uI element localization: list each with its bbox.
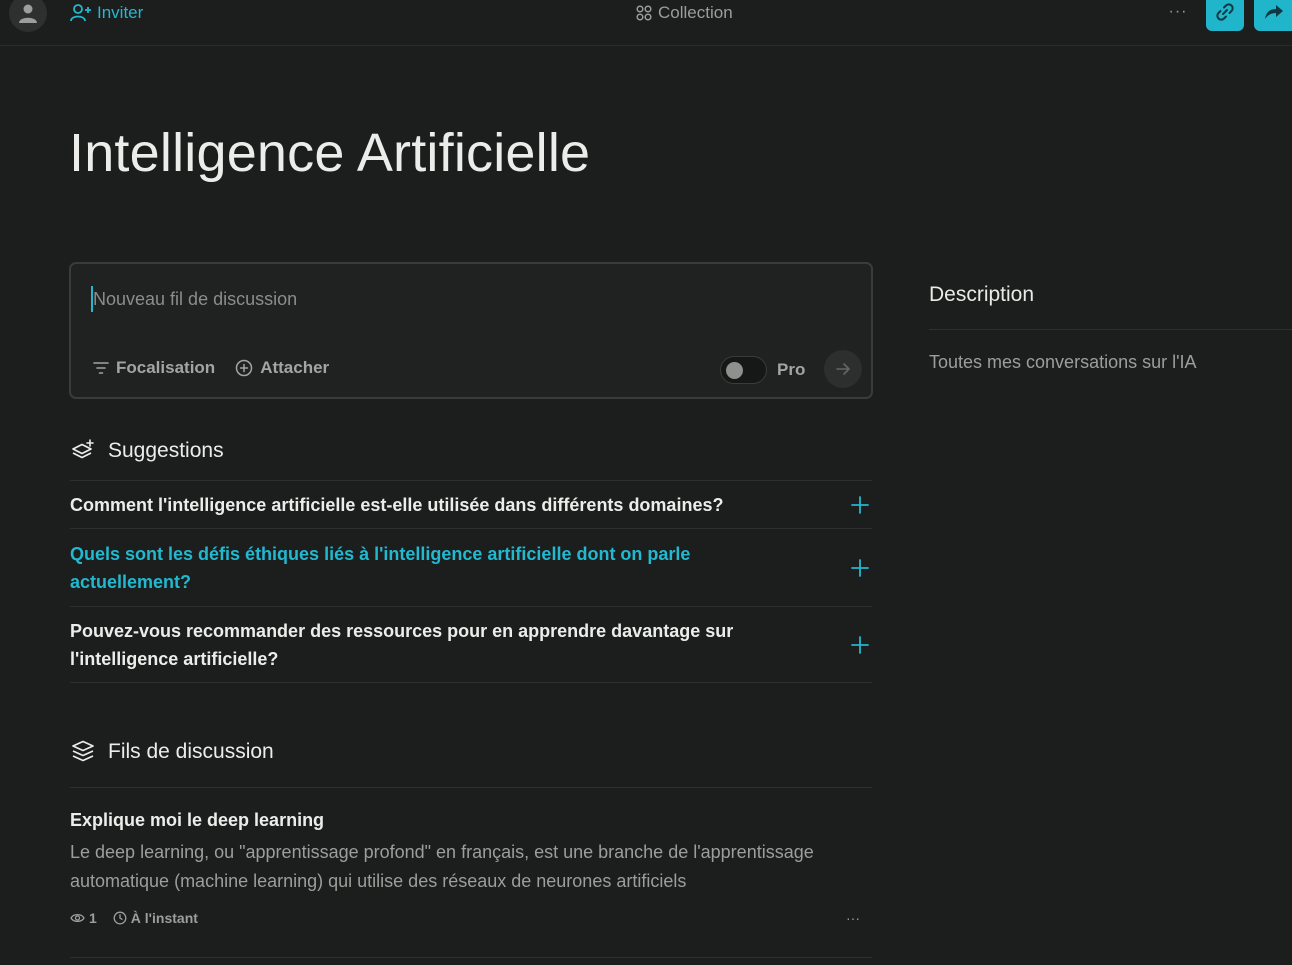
invite-button[interactable]: Inviter (70, 2, 143, 24)
composer-toolbar: Focalisation Attacher (93, 358, 329, 378)
suggestion-list: Comment l'intelligence artificielle est-… (70, 480, 872, 683)
top-bar: Inviter Collection ··· (0, 0, 1292, 46)
filter-icon (93, 362, 109, 374)
thread-timestamp: À l'instant (113, 910, 198, 926)
plus-circle-icon (235, 359, 253, 377)
threads-heading: Fils de discussion (70, 739, 274, 765)
threads-divider (70, 787, 872, 788)
description-divider (929, 329, 1292, 330)
grid-icon (636, 5, 652, 21)
clock-icon (113, 911, 127, 925)
new-thread-composer: Focalisation Attacher Pro (69, 262, 873, 399)
copy-link-button[interactable] (1206, 0, 1244, 31)
new-thread-input[interactable] (91, 286, 791, 312)
plus-icon[interactable] (851, 558, 869, 577)
suggestion-text: Pouvez-vous recommander des ressources p… (70, 620, 734, 669)
stack-sparkle-icon (72, 439, 94, 459)
toggle-knob (726, 362, 743, 379)
more-icon: ··· (1168, 3, 1188, 20)
plus-icon[interactable] (851, 495, 869, 514)
invite-label: Inviter (97, 3, 144, 22)
layers-icon (72, 740, 94, 762)
eye-icon (70, 913, 85, 923)
suggestion-text: Quels sont les défis éthiques liés à l'i… (70, 543, 691, 592)
plus-icon[interactable] (851, 635, 869, 654)
pro-toggle[interactable] (720, 356, 767, 384)
focus-button[interactable]: Focalisation (93, 358, 215, 378)
user-icon (19, 4, 37, 23)
thread-more-button[interactable]: ··· (842, 908, 864, 928)
collection-label: Collection (658, 3, 733, 22)
share-arrow-icon (1265, 4, 1283, 19)
pro-label: Pro (777, 360, 806, 379)
suggestion-item[interactable]: Comment l'intelligence artificielle est-… (70, 481, 872, 529)
attach-button[interactable]: Attacher (235, 358, 329, 378)
user-avatar[interactable] (9, 0, 47, 32)
suggestions-heading: Suggestions (70, 438, 224, 464)
more-options-button[interactable]: ··· (1166, 0, 1190, 24)
view-count: 1 (70, 910, 97, 926)
share-button[interactable] (1254, 0, 1292, 31)
description-heading: Description (929, 283, 1035, 306)
arrow-right-icon (836, 363, 850, 375)
page-title: Intelligence Artificielle (69, 123, 591, 183)
suggestion-item[interactable]: Pouvez-vous recommander des ressources p… (70, 607, 872, 683)
suggestion-text: Comment l'intelligence artificielle est-… (70, 494, 724, 515)
thread-preview[interactable]: Le deep learning, ou "apprentissage prof… (70, 838, 840, 895)
timestamp-text: À l'instant (130, 910, 198, 926)
suggestion-item[interactable]: Quels sont les défis éthiques liés à l'i… (70, 529, 872, 607)
description-text: Toutes mes conversations sur l'IA (929, 352, 1197, 372)
threads-title: Fils de discussion (108, 740, 274, 763)
add-user-icon (70, 4, 91, 22)
view-count-value: 1 (89, 910, 97, 926)
link-icon (1216, 2, 1234, 21)
submit-button[interactable] (824, 350, 862, 388)
thread-meta: 1 À l'instant (70, 910, 198, 926)
collection-breadcrumb[interactable]: Collection (636, 2, 733, 24)
more-icon: ··· (846, 910, 860, 926)
attach-label: Attacher (260, 358, 330, 377)
thread-divider (70, 957, 872, 958)
thread-title[interactable]: Explique moi le deep learning (70, 810, 324, 831)
suggestions-title: Suggestions (108, 439, 224, 462)
focus-label: Focalisation (116, 358, 216, 377)
